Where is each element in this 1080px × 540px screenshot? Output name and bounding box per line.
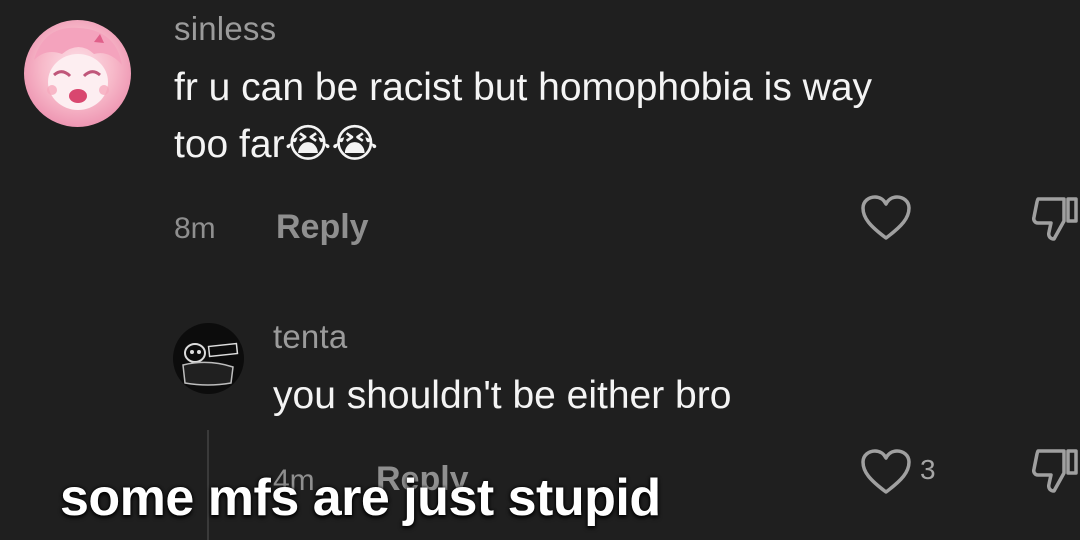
comment-timestamp: 8m xyxy=(174,212,216,245)
comment-reply-button[interactable]: Reply xyxy=(276,208,369,247)
anime-avatar-image xyxy=(34,27,122,110)
reply-text: you shouldn't be either bro xyxy=(273,374,732,417)
replier-username[interactable]: tenta xyxy=(273,318,347,356)
commenter-avatar[interactable] xyxy=(24,20,131,127)
video-caption-overlay: some mfs are just stupid xyxy=(60,469,661,527)
thumbs-down-icon[interactable] xyxy=(1030,445,1080,502)
thumbs-down-icon[interactable] xyxy=(1030,193,1080,250)
crying-emoji: 😭😭 xyxy=(284,121,379,167)
dark-avatar-image xyxy=(182,342,239,386)
heart-icon[interactable] xyxy=(860,448,912,501)
commenter-username[interactable]: sinless xyxy=(174,10,276,48)
heart-icon[interactable] xyxy=(860,194,912,247)
replier-avatar[interactable] xyxy=(173,323,244,394)
reply-like-count: 3 xyxy=(920,454,936,485)
comment-text-line-1: fr u can be racist but homophobia is way xyxy=(174,66,873,109)
comment-text-line-2-words: too far xyxy=(174,123,285,166)
comment-text-line-2: too far😭😭 xyxy=(174,116,378,173)
